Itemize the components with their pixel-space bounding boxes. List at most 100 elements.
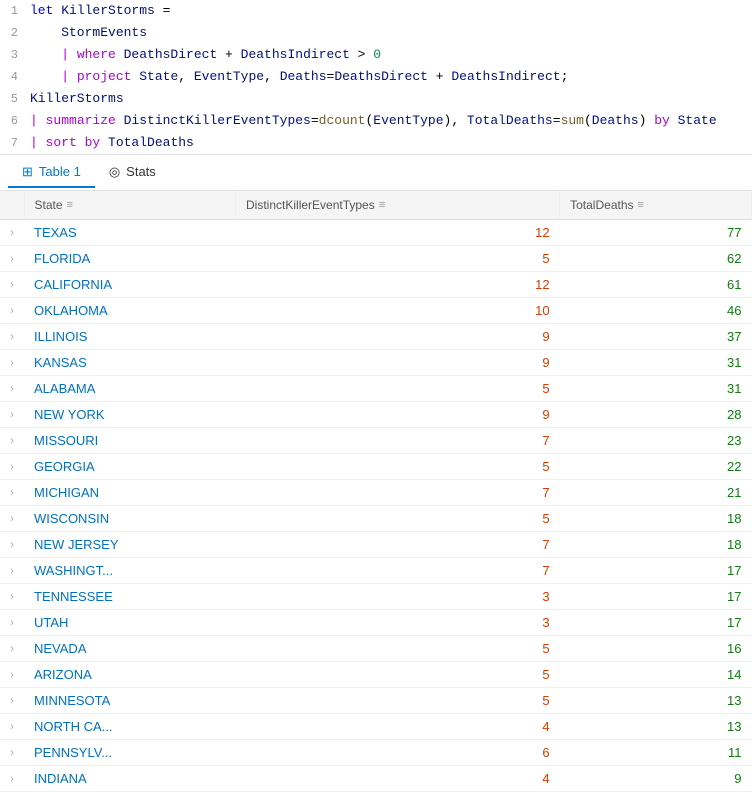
expand-cell[interactable]: › [0, 714, 24, 740]
state-filter-icon[interactable]: ≡ [67, 199, 73, 211]
deaths-cell: 31 [560, 376, 752, 402]
table-row[interactable]: ›GEORGIA522 [0, 454, 752, 480]
tab-stats[interactable]: ◎Stats [95, 158, 170, 188]
deaths-filter-icon[interactable]: ≡ [638, 199, 644, 211]
deaths-col-header: TotalDeaths ≡ [560, 191, 752, 220]
table-row[interactable]: ›WISCONSIN518 [0, 506, 752, 532]
table-row[interactable]: ›TEXAS1277 [0, 220, 752, 246]
code-line-5: 5KillerStorms [0, 88, 752, 110]
tab-label: Stats [126, 164, 156, 179]
line-content: | project State, EventType, Deaths=Death… [30, 67, 752, 87]
distinct-cell: 5 [236, 662, 560, 688]
deaths-cell: 77 [560, 220, 752, 246]
distinct-cell: 9 [236, 324, 560, 350]
table-container: State ≡ DistinctKillerEventTypes ≡ Total… [0, 191, 752, 792]
expand-cell[interactable]: › [0, 766, 24, 792]
expand-cell[interactable]: › [0, 610, 24, 636]
code-line-6: 6| summarize DistinctKillerEventTypes=dc… [0, 110, 752, 132]
table-row[interactable]: ›MINNESOTA513 [0, 688, 752, 714]
distinct-cell: 5 [236, 454, 560, 480]
results-table: State ≡ DistinctKillerEventTypes ≡ Total… [0, 191, 752, 792]
code-line-2: 2 StormEvents [0, 22, 752, 44]
expand-cell[interactable]: › [0, 454, 24, 480]
table-header: State ≡ DistinctKillerEventTypes ≡ Total… [0, 191, 752, 220]
line-number: 2 [0, 23, 30, 43]
table-row[interactable]: ›NEVADA516 [0, 636, 752, 662]
expand-cell[interactable]: › [0, 298, 24, 324]
table-row[interactable]: ›CALIFORNIA1261 [0, 272, 752, 298]
expand-cell[interactable]: › [0, 246, 24, 272]
state-cell: CALIFORNIA [24, 272, 236, 298]
expand-cell[interactable]: › [0, 220, 24, 246]
deaths-cell: 18 [560, 532, 752, 558]
code-line-7: 7| sort by TotalDeaths [0, 132, 752, 154]
state-cell: KANSAS [24, 350, 236, 376]
distinct-cell: 7 [236, 532, 560, 558]
table-row[interactable]: ›WASHINGT...717 [0, 558, 752, 584]
expand-cell[interactable]: › [0, 740, 24, 766]
expand-cell[interactable]: › [0, 532, 24, 558]
state-cell: PENNSYLV... [24, 740, 236, 766]
deaths-cell: 46 [560, 298, 752, 324]
line-content: | summarize DistinctKillerEventTypes=dco… [30, 111, 752, 131]
table-row[interactable]: ›NEW YORK928 [0, 402, 752, 428]
state-cell: MINNESOTA [24, 688, 236, 714]
state-cell: ARIZONA [24, 662, 236, 688]
code-editor: 1let KillerStorms =2 StormEvents3 | wher… [0, 0, 752, 155]
table-row[interactable]: ›PENNSYLV...611 [0, 740, 752, 766]
state-cell: NEVADA [24, 636, 236, 662]
line-number: 1 [0, 1, 30, 21]
table-row[interactable]: ›ARIZONA514 [0, 662, 752, 688]
table-row[interactable]: ›ALABAMA531 [0, 376, 752, 402]
line-content: KillerStorms [30, 89, 752, 109]
table-row[interactable]: ›NORTH CA...413 [0, 714, 752, 740]
deaths-cell: 9 [560, 766, 752, 792]
table-row[interactable]: ›OKLAHOMA1046 [0, 298, 752, 324]
table-row[interactable]: ›FLORIDA562 [0, 246, 752, 272]
table-row[interactable]: ›MICHIGAN721 [0, 480, 752, 506]
line-number: 3 [0, 45, 30, 65]
table-row[interactable]: ›ILLINOIS937 [0, 324, 752, 350]
expand-cell[interactable]: › [0, 402, 24, 428]
expand-cell[interactable]: › [0, 272, 24, 298]
expand-cell[interactable]: › [0, 506, 24, 532]
expand-cell[interactable]: › [0, 350, 24, 376]
tab-table-1[interactable]: ⊞Table 1 [8, 158, 95, 188]
expand-cell[interactable]: › [0, 688, 24, 714]
distinct-cell: 3 [236, 584, 560, 610]
table-row[interactable]: ›TENNESSEE317 [0, 584, 752, 610]
table-row[interactable]: ›KANSAS931 [0, 350, 752, 376]
expand-cell[interactable]: › [0, 376, 24, 402]
state-cell: TENNESSEE [24, 584, 236, 610]
distinct-cell: 6 [236, 740, 560, 766]
state-cell: FLORIDA [24, 246, 236, 272]
distinct-cell: 5 [236, 506, 560, 532]
deaths-cell: 17 [560, 558, 752, 584]
distinct-cell: 7 [236, 428, 560, 454]
expand-cell[interactable]: › [0, 428, 24, 454]
tab-icon: ⊞ [22, 164, 33, 180]
expand-cell[interactable]: › [0, 324, 24, 350]
distinct-cell: 5 [236, 246, 560, 272]
line-number: 6 [0, 111, 30, 131]
expand-cell[interactable]: › [0, 558, 24, 584]
table-row[interactable]: ›UTAH317 [0, 610, 752, 636]
deaths-cell: 31 [560, 350, 752, 376]
state-cell: OKLAHOMA [24, 298, 236, 324]
deaths-cell: 37 [560, 324, 752, 350]
deaths-cell: 14 [560, 662, 752, 688]
table-row[interactable]: ›INDIANA49 [0, 766, 752, 792]
expand-cell[interactable]: › [0, 662, 24, 688]
distinct-cell: 5 [236, 376, 560, 402]
table-row[interactable]: ›MISSOURI723 [0, 428, 752, 454]
expand-cell[interactable]: › [0, 636, 24, 662]
table-row[interactable]: ›NEW JERSEY718 [0, 532, 752, 558]
deaths-cell: 11 [560, 740, 752, 766]
deaths-cell: 28 [560, 402, 752, 428]
deaths-cell: 18 [560, 506, 752, 532]
distinct-filter-icon[interactable]: ≡ [379, 199, 385, 211]
expand-cell[interactable]: › [0, 480, 24, 506]
expand-cell[interactable]: › [0, 584, 24, 610]
code-line-1: 1let KillerStorms = [0, 0, 752, 22]
distinct-cell: 9 [236, 350, 560, 376]
